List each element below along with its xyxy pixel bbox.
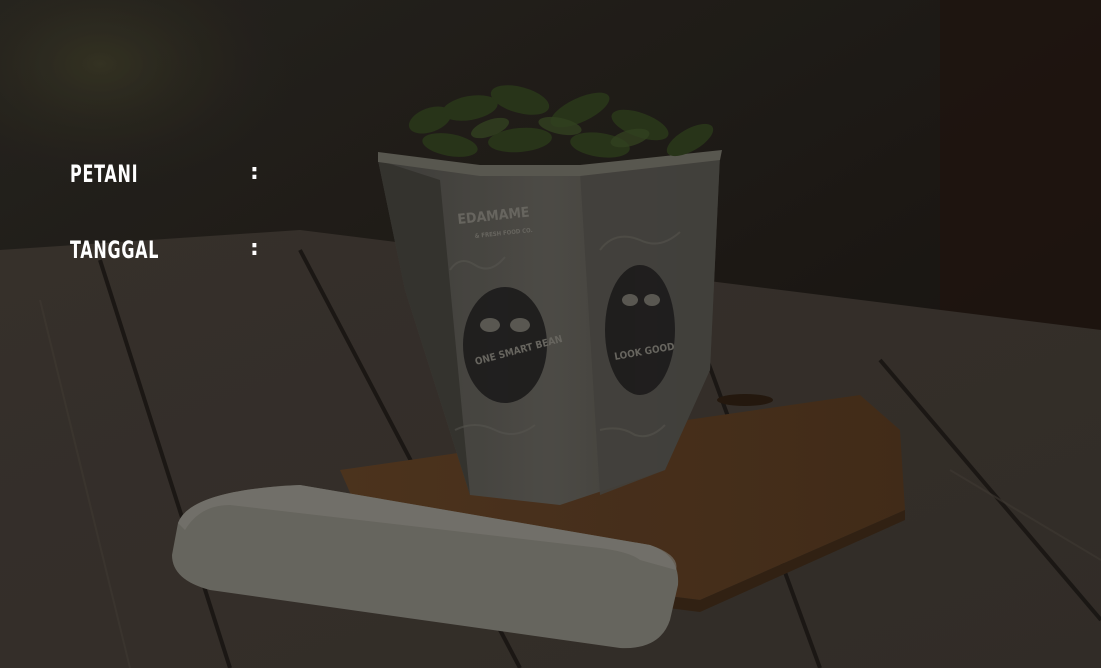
petani-row: PETANI : xyxy=(70,160,400,194)
petani-label: PETANI xyxy=(70,160,139,188)
tanggal-label: TANGGAL xyxy=(70,236,160,264)
dark-overlay xyxy=(0,0,1101,668)
info-panel: PETANI : TANGGAL : xyxy=(70,160,400,312)
tanggal-separator: : xyxy=(250,236,259,261)
tanggal-row: TANGGAL : xyxy=(70,236,400,270)
petani-separator: : xyxy=(250,160,259,185)
